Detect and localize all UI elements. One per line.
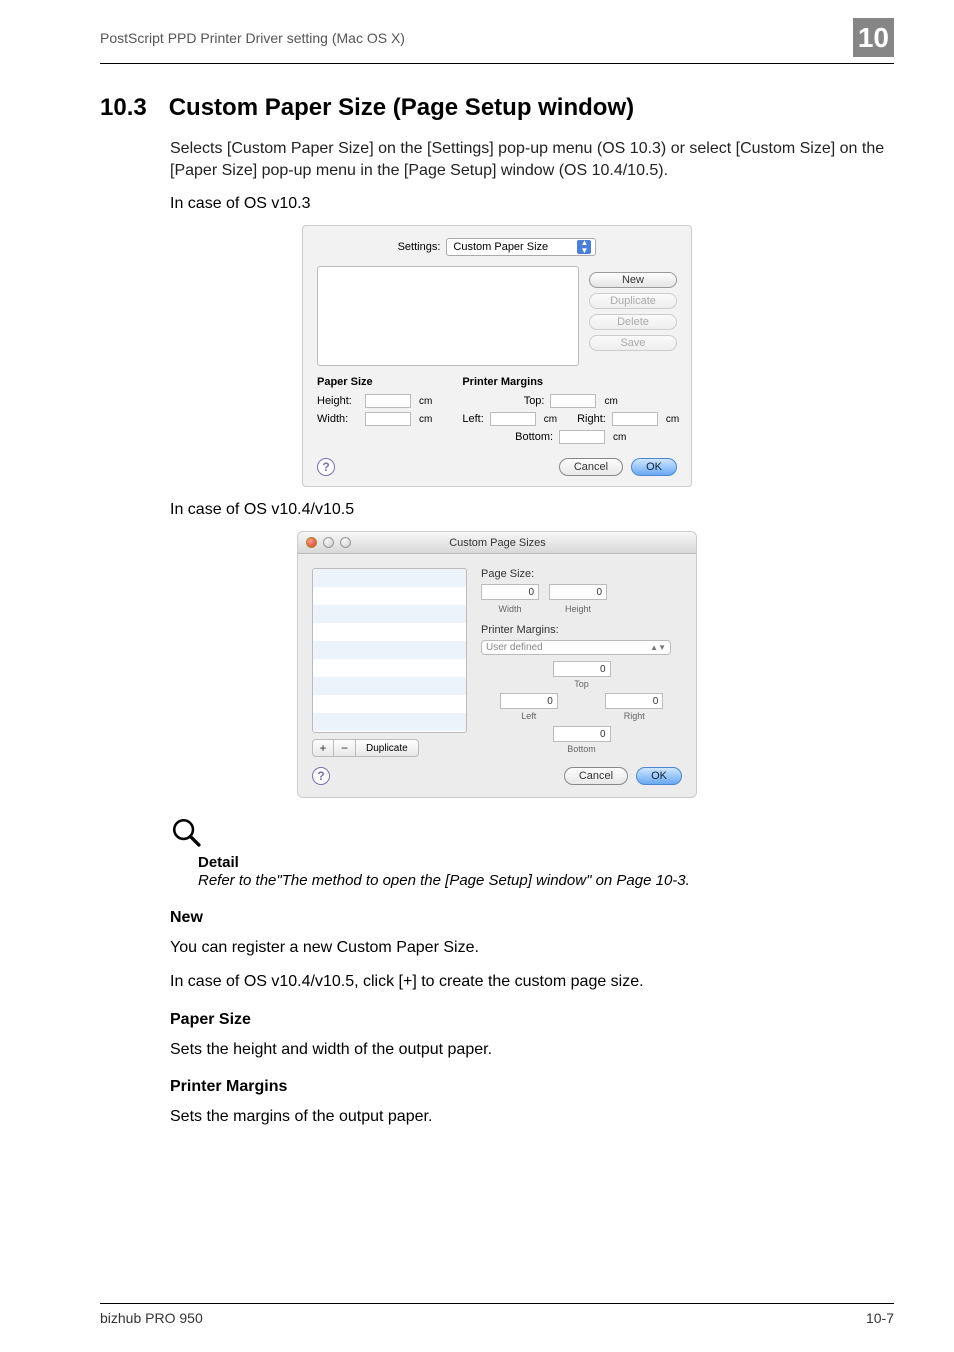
height-value[interactable]: 0 — [549, 584, 607, 600]
chapter-badge: 10 — [853, 18, 894, 57]
left-label: Left: — [462, 413, 483, 425]
printer-margins-paragraph: Sets the margins of the output paper. — [170, 1106, 894, 1128]
remove-button[interactable]: − — [334, 739, 356, 757]
top-field[interactable] — [550, 394, 596, 408]
height-label-2: Height — [549, 604, 607, 614]
printer-margins-heading: Printer Margins — [170, 1078, 894, 1096]
left-margin-value[interactable]: 0 — [500, 693, 558, 709]
settings-select[interactable]: Custom Paper Size ▲▼ — [446, 238, 596, 256]
section-heading: 10.3 Custom Paper Size (Page Setup window… — [100, 94, 894, 122]
new-button[interactable]: New — [589, 272, 677, 288]
ok-button-2[interactable]: OK — [636, 767, 682, 785]
custom-page-sizes-dialog-104: Custom Page Sizes + − Duplicate Page Siz… — [297, 531, 697, 798]
settings-select-value: Custom Paper Size — [453, 241, 548, 253]
dialog-title: Custom Page Sizes — [357, 537, 688, 549]
custom-paper-size-dialog-103: Settings: Custom Paper Size ▲▼ New Dupli… — [302, 225, 692, 487]
custom-size-listbox[interactable] — [317, 266, 579, 366]
printer-margins-label: Printer Margins — [462, 376, 679, 388]
right-unit: cm — [666, 414, 679, 425]
footer-product: bizhub PRO 950 — [100, 1310, 203, 1326]
help-icon[interactable]: ? — [317, 458, 335, 476]
bottom-label: Bottom: — [515, 431, 553, 443]
height-field[interactable] — [365, 394, 411, 408]
paper-size-paragraph: Sets the height and width of the output … — [170, 1039, 894, 1061]
top-margin-label: Top — [553, 679, 611, 689]
delete-button[interactable]: Delete — [589, 314, 677, 330]
detail-body: Refer to the"The method to open the [Pag… — [198, 871, 894, 891]
cancel-button[interactable]: Cancel — [559, 458, 623, 476]
intro-paragraph: Selects [Custom Paper Size] on the [Sett… — [170, 138, 894, 181]
zoom-icon — [340, 537, 351, 548]
height-label: Height: — [317, 395, 359, 407]
right-field[interactable] — [612, 412, 658, 426]
page-size-listbox[interactable] — [312, 568, 467, 733]
footer-rule — [100, 1303, 894, 1304]
minimize-icon — [323, 537, 334, 548]
paper-size-heading: Paper Size — [170, 1011, 894, 1029]
top-margin-value[interactable]: 0 — [553, 661, 611, 677]
save-button[interactable]: Save — [589, 335, 677, 351]
bottom-margin-label: Bottom — [553, 744, 611, 754]
height-unit: cm — [419, 396, 432, 407]
bottom-field[interactable] — [559, 430, 605, 444]
right-margin-value[interactable]: 0 — [605, 693, 663, 709]
detail-heading: Detail — [198, 854, 894, 871]
paper-size-label: Paper Size — [317, 376, 432, 388]
printer-margins-label-2: Printer Margins: — [481, 624, 682, 636]
margins-preset-select[interactable]: User defined ▲▼ — [481, 640, 671, 655]
dialog-titlebar: Custom Page Sizes — [298, 532, 696, 554]
right-label: Right: — [577, 413, 606, 425]
magnifier-icon — [170, 816, 204, 850]
margins-preset-value: User defined — [486, 642, 543, 653]
duplicate-button-2[interactable]: Duplicate — [356, 739, 419, 757]
top-unit: cm — [604, 396, 617, 407]
new-heading: New — [170, 909, 894, 927]
right-margin-label: Right — [605, 711, 663, 721]
new-paragraph-1: You can register a new Custom Paper Size… — [170, 937, 894, 959]
page-size-label: Page Size: — [481, 568, 682, 580]
duplicate-button[interactable]: Duplicate — [589, 293, 677, 309]
close-icon[interactable] — [306, 537, 317, 548]
width-field[interactable] — [365, 412, 411, 426]
bottom-margin-value[interactable]: 0 — [553, 726, 611, 742]
new-paragraph-2: In case of OS v10.4/v10.5, click [+] to … — [170, 971, 894, 993]
width-value[interactable]: 0 — [481, 584, 539, 600]
width-label: Width: — [317, 413, 359, 425]
left-unit: cm — [544, 414, 557, 425]
width-label-2: Width — [481, 604, 539, 614]
section-title: Custom Paper Size (Page Setup window) — [169, 94, 634, 121]
left-field[interactable] — [490, 412, 536, 426]
left-margin-label: Left — [500, 711, 558, 721]
top-label: Top: — [524, 395, 545, 407]
running-head: PostScript PPD Printer Driver setting (M… — [100, 30, 853, 46]
case-103-label: In case of OS v10.3 — [170, 195, 894, 213]
chevron-updown-icon: ▲▼ — [650, 643, 666, 652]
settings-label: Settings: — [398, 241, 441, 253]
ok-button[interactable]: OK — [631, 458, 677, 476]
section-number: 10.3 — [100, 94, 147, 121]
help-icon-2[interactable]: ? — [312, 767, 330, 785]
footer-page-number: 10-7 — [866, 1310, 894, 1326]
case-104-label: In case of OS v10.4/v10.5 — [170, 501, 894, 519]
add-button[interactable]: + — [312, 739, 334, 757]
select-caret-icon: ▲▼ — [577, 240, 591, 254]
cancel-button-2[interactable]: Cancel — [564, 767, 628, 785]
chapter-number: 10 — [858, 22, 889, 53]
bottom-unit: cm — [613, 432, 626, 443]
width-unit: cm — [419, 414, 432, 425]
